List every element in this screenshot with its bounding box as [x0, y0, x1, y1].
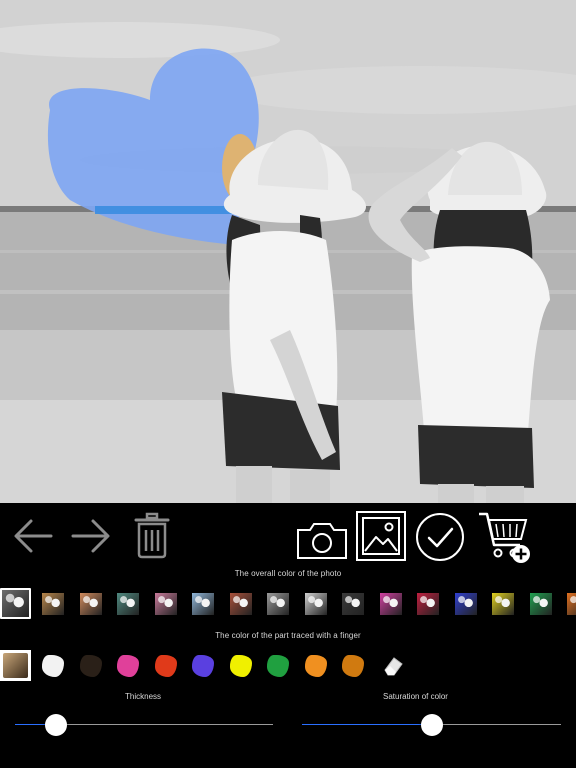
brush-swatch: [3, 653, 28, 678]
image-icon: [356, 511, 406, 561]
gallery-button[interactable]: [355, 511, 407, 561]
undo-button[interactable]: [10, 513, 56, 559]
camera-icon: [297, 523, 347, 559]
filter-thumbnail: [379, 593, 402, 615]
thickness-slider[interactable]: [15, 713, 273, 737]
saturation-thumb[interactable]: [421, 714, 443, 736]
brush-swatch: [79, 655, 102, 677]
thickness-thumb[interactable]: [45, 714, 67, 736]
brush-swatch: [192, 655, 214, 677]
filter-thumbnail: [154, 593, 177, 615]
filter-thumbnail: [117, 593, 139, 615]
finger-color-row: [0, 650, 576, 684]
filter-thumbnail: [267, 593, 289, 615]
brush-color-orange[interactable]: [304, 655, 327, 677]
filter-thumbnail: [79, 593, 102, 615]
arrow-right-icon: [71, 519, 110, 553]
brush-color-red[interactable]: [154, 655, 177, 677]
camera-button[interactable]: [296, 519, 348, 561]
brush-swatch: [154, 655, 177, 677]
filter-thumbnail: [529, 593, 552, 615]
filter-cool[interactable]: [192, 593, 214, 615]
filter-thumbnail: [42, 593, 64, 615]
trash-icon: [134, 512, 170, 559]
saturation-label: Saturation of color: [383, 692, 448, 701]
brush-color-original[interactable]: [0, 650, 31, 681]
beach-photo: [0, 0, 576, 503]
filter-vivid[interactable]: [229, 593, 252, 615]
brush-swatch: [267, 655, 289, 677]
thickness-label: Thickness: [125, 692, 162, 701]
filter-thumbnail: [342, 593, 364, 615]
shop-button[interactable]: [475, 509, 533, 565]
confirm-button[interactable]: [414, 511, 466, 563]
filter-magenta[interactable]: [379, 593, 402, 615]
brush-color-violet[interactable]: [192, 655, 214, 677]
brush-color-amber[interactable]: [342, 655, 364, 677]
filter-thumbnail: [2, 590, 29, 617]
overall-color-title: The overall color of the photo: [234, 569, 342, 578]
saturation-slider[interactable]: [302, 713, 561, 737]
brush-color-yellow[interactable]: [229, 655, 252, 677]
brush-swatch: [304, 655, 327, 677]
brush-color-pink[interactable]: [117, 655, 139, 677]
filter-warm[interactable]: [79, 593, 102, 615]
saturation-fill: [302, 724, 432, 725]
brush-swatch: [42, 655, 64, 677]
filter-sketch[interactable]: [267, 593, 289, 615]
filter-thumbnail: [454, 593, 477, 615]
filter-thumbnail: [492, 593, 514, 615]
filter-thumbnail: [304, 593, 327, 615]
checkmark-circle-icon: [416, 513, 464, 561]
brush-swatch: [117, 655, 139, 677]
brush-color-green[interactable]: [267, 655, 289, 677]
arrow-left-icon: [14, 519, 53, 553]
filter-mono-light[interactable]: [304, 593, 327, 615]
filter-yellow[interactable]: [492, 593, 514, 615]
filter-sepia[interactable]: [42, 593, 64, 615]
filter-crimson[interactable]: [417, 593, 439, 615]
filter-thumbnail: [567, 593, 576, 615]
filter-blue[interactable]: [454, 593, 477, 615]
redo-button[interactable]: [68, 513, 114, 559]
eraser-button[interactable]: [382, 655, 404, 677]
filter-thumbnail: [192, 593, 214, 615]
filter-orange[interactable]: [567, 593, 576, 615]
finger-color-title: The color of the part traced with a fing…: [215, 631, 361, 640]
brush-swatch: [229, 655, 252, 677]
toolbar: [0, 503, 576, 567]
filter-green[interactable]: [529, 593, 552, 615]
filter-rose[interactable]: [154, 593, 177, 615]
delete-button[interactable]: [131, 511, 173, 561]
photo-canvas[interactable]: [0, 0, 576, 503]
brush-color-white[interactable]: [42, 655, 64, 677]
filter-teal[interactable]: [117, 593, 139, 615]
filter-original[interactable]: [0, 588, 31, 619]
brush-swatch: [342, 655, 364, 677]
brush-color-black[interactable]: [79, 655, 102, 677]
eraser-icon: [383, 657, 403, 676]
overall-color-filter-row: [0, 588, 576, 622]
cart-plus-icon: [479, 512, 530, 563]
filter-mono-dark[interactable]: [342, 593, 364, 615]
filter-thumbnail: [229, 593, 252, 615]
filter-thumbnail: [417, 593, 439, 615]
